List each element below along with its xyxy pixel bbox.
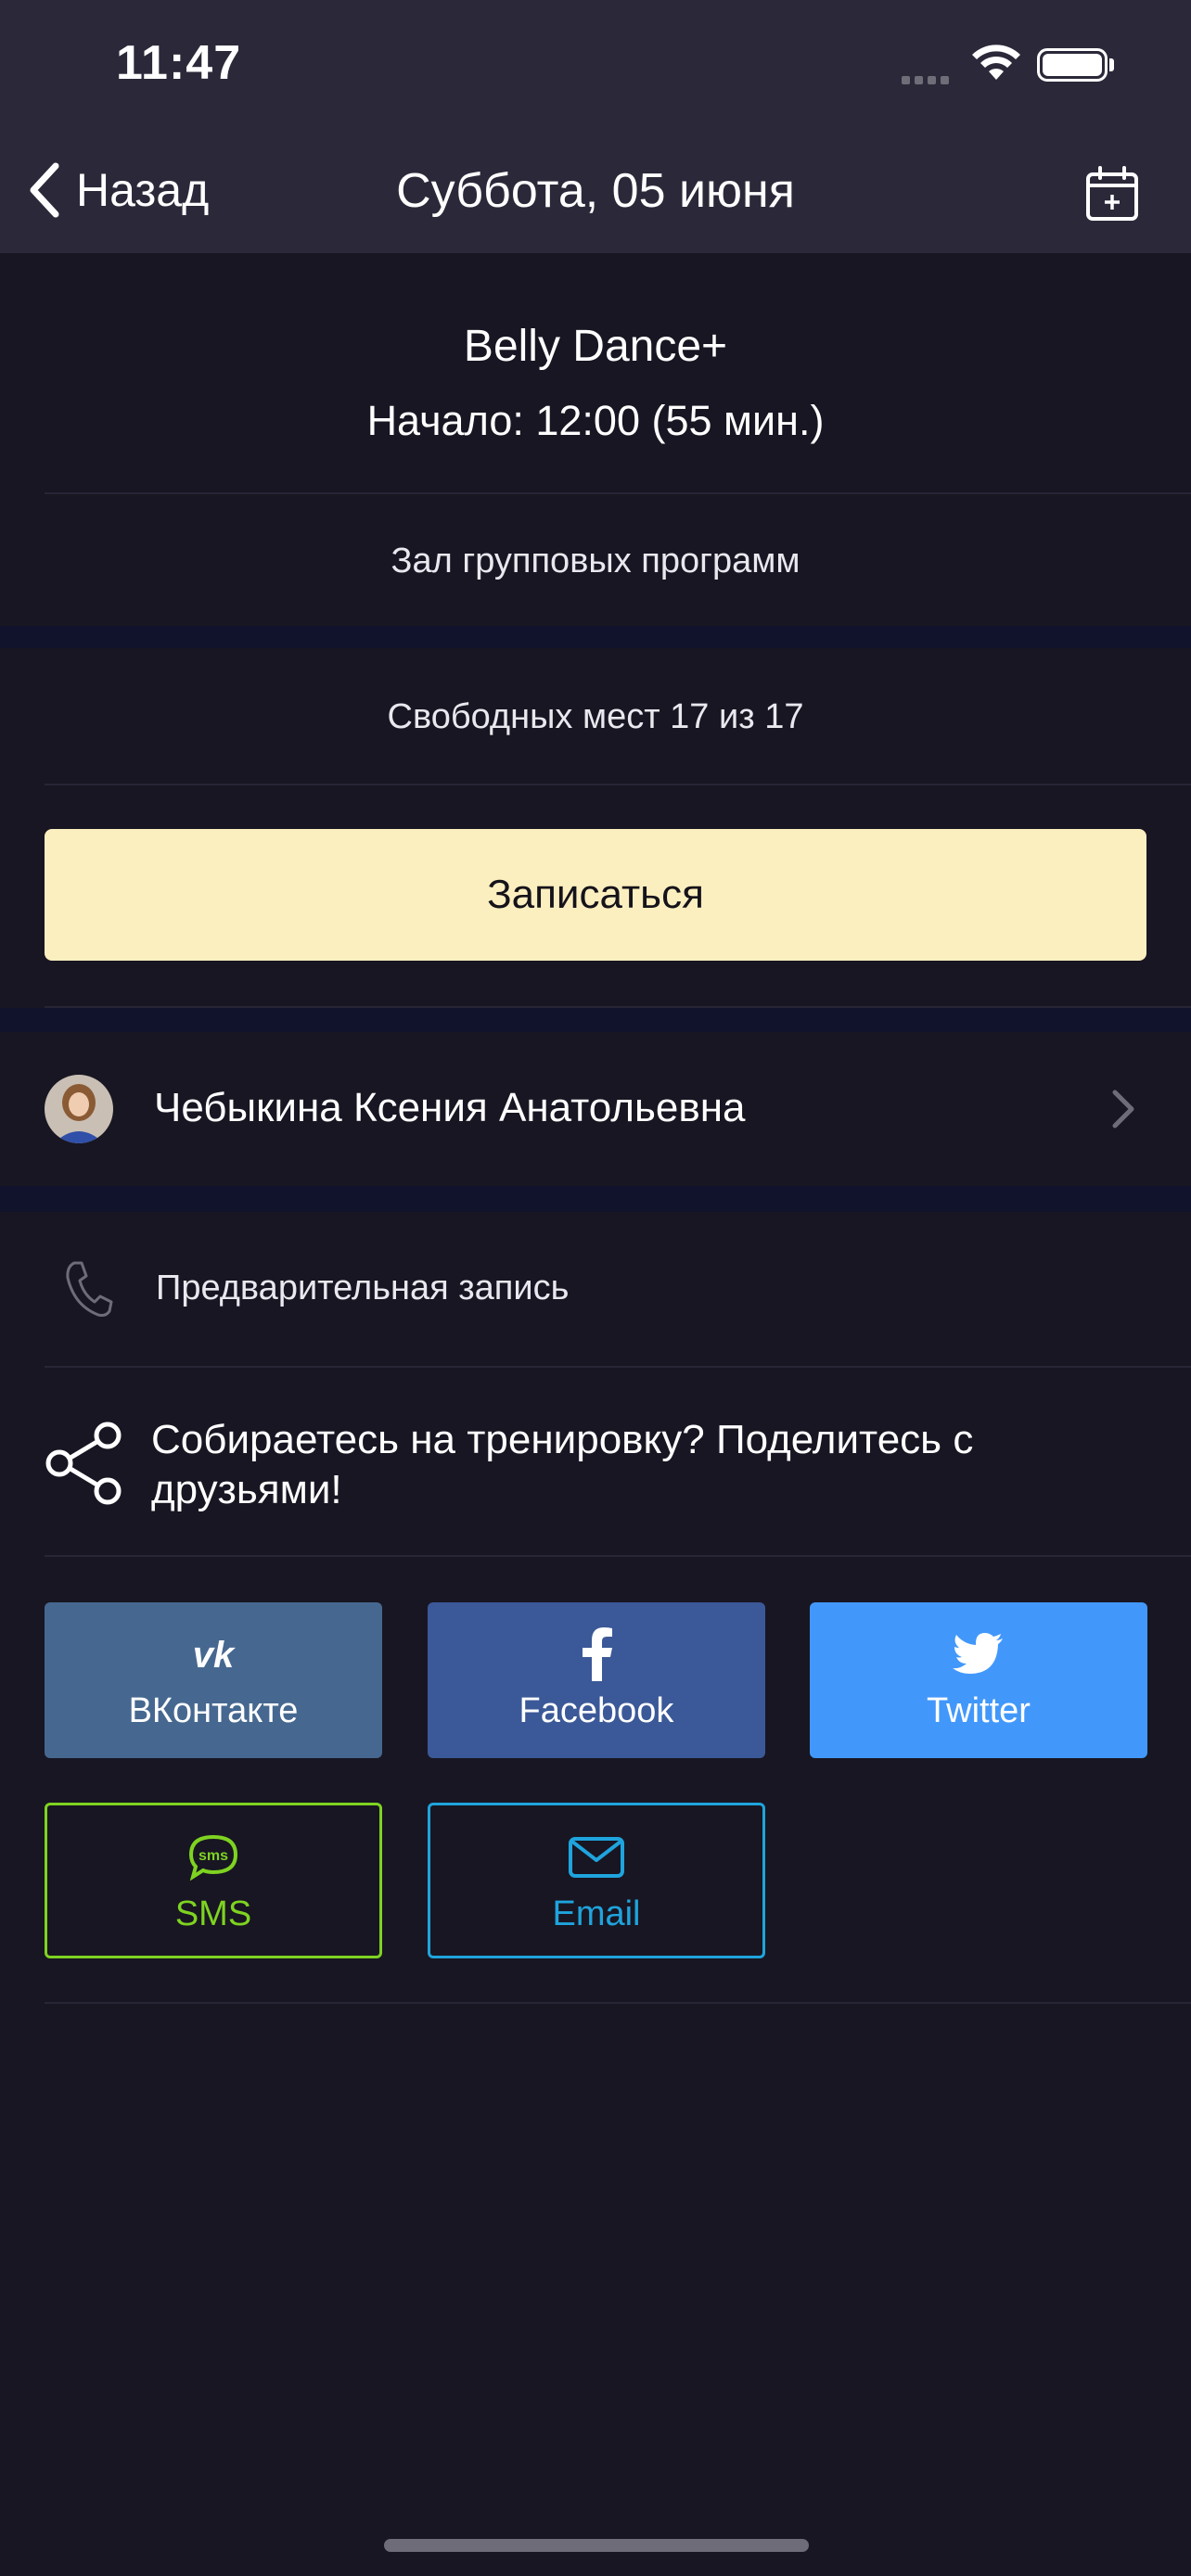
share-prompt: Собираетесь на тренировку? Поделитесь с … [151,1417,974,1512]
add-to-calendar-button[interactable] [1083,165,1141,227]
share-vk-button[interactable]: vk ВКонтакте [45,1602,382,1758]
section-separator [0,1186,1191,1212]
sms-label: SMS [174,1894,252,1933]
divider [45,1555,1191,1557]
share-sms-button[interactable]: sms SMS [45,1803,382,1958]
svg-text:vk: vk [193,1636,236,1673]
trainer-name: Чебыкина Ксения Анатольевна [154,1085,746,1130]
home-indicator[interactable] [384,2539,809,2552]
free-spots: Свободных мест 17 из 17 [387,697,804,736]
class-start-time: Начало: 12:00 (55 мин.) [366,397,825,444]
twitter-label: Twitter [927,1691,1031,1730]
section-separator [0,626,1191,648]
share-facebook-button[interactable]: Facebook [428,1602,765,1758]
divider [45,1366,1191,1368]
class-name: Belly Dance+ [463,322,728,371]
wifi-icon [970,43,1022,86]
section-separator [0,1008,1191,1032]
divider [45,2002,1191,2004]
facebook-label: Facebook [519,1691,674,1730]
email-label: Email [552,1894,641,1933]
signup-button[interactable]: Записаться [45,829,1146,961]
divider [45,784,1191,785]
share-icon [45,1421,124,1511]
class-room: Зал групповых программ [391,542,800,580]
vk-label: ВКонтакте [128,1691,299,1730]
svg-text:sms: sms [198,1848,228,1864]
share-email-button[interactable]: Email [428,1803,765,1958]
share-twitter-button[interactable]: Twitter [810,1602,1147,1758]
vk-icon: vk [182,1626,245,1682]
pre-booking-label: Предварительная запись [156,1269,570,1307]
phone-icon [63,1259,113,1323]
battery-tip [1109,58,1114,71]
signal-icon [902,72,954,89]
chevron-right-icon [1109,1089,1137,1134]
battery-icon [1037,48,1108,82]
divider [45,492,1191,494]
page-title: Суббота, 05 июня [396,164,795,218]
status-time: 11:47 [116,36,242,90]
twitter-icon [953,1626,1005,1682]
sms-icon: sms [187,1830,239,1885]
email-icon [568,1830,625,1885]
avatar [45,1075,113,1143]
facebook-icon [578,1626,615,1682]
calendar-plus-icon [1086,166,1138,221]
